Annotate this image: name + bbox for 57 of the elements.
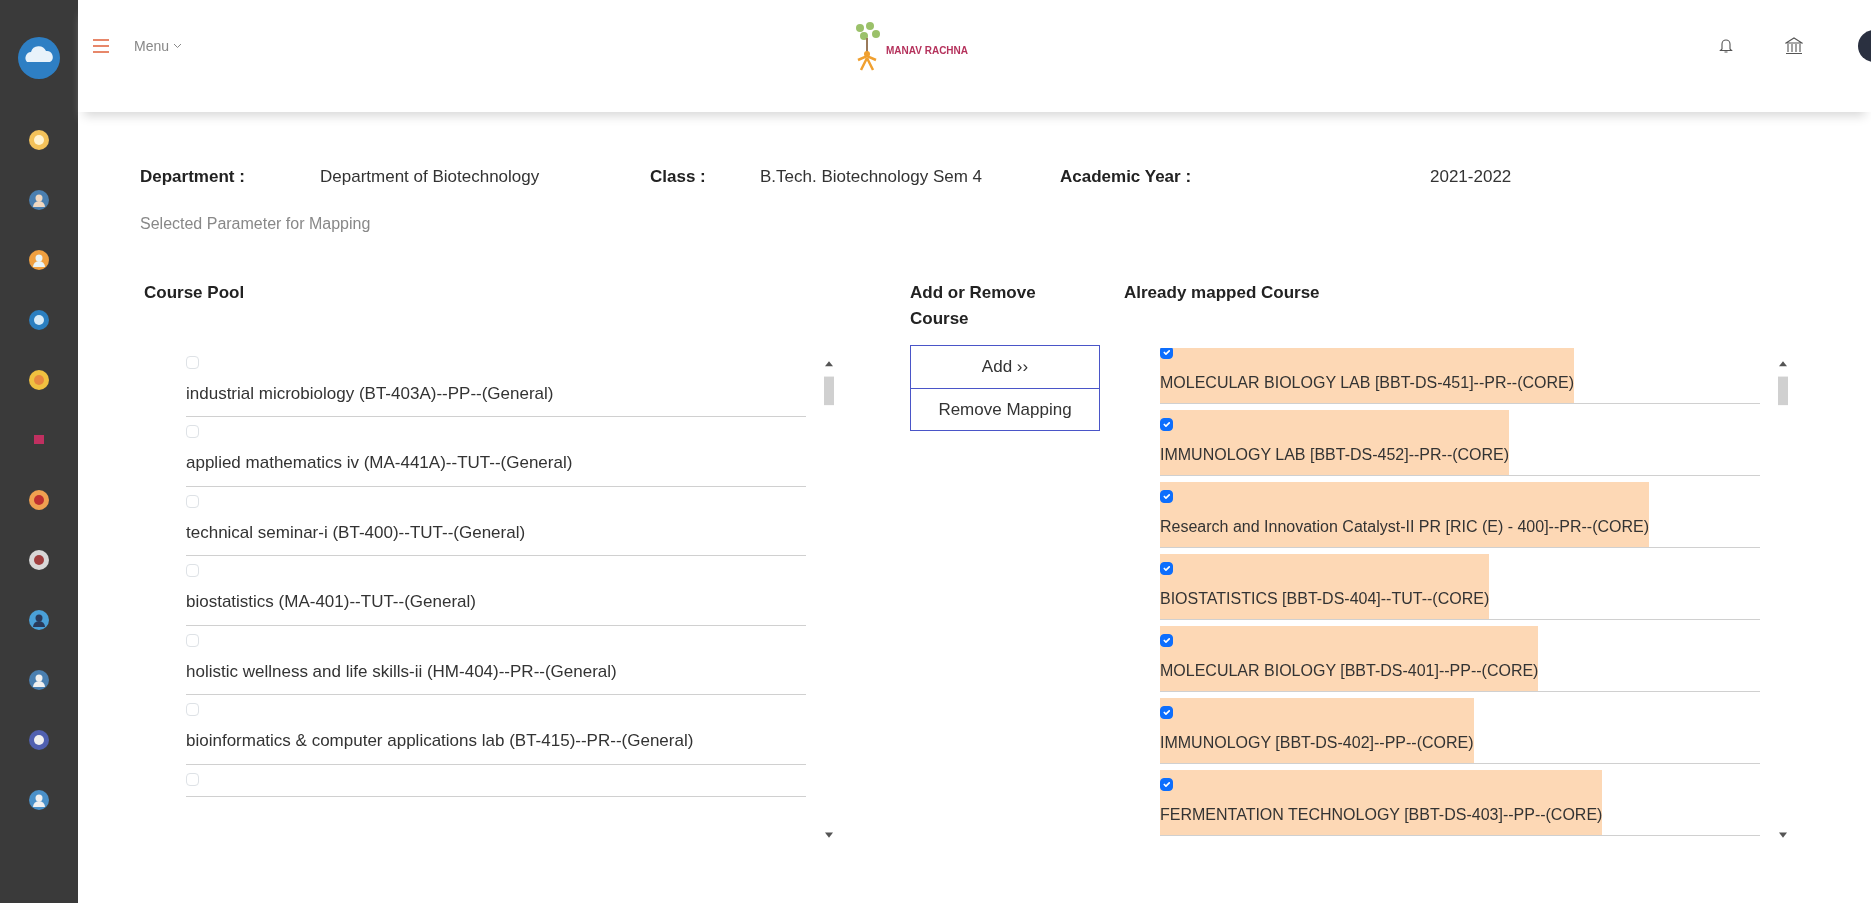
avatar-icon[interactable] <box>1857 29 1871 63</box>
course-label: MOLECULAR BIOLOGY LAB [BBT-DS-451]--PR--(CORE) <box>1160 372 1574 393</box>
person-icon[interactable] <box>29 190 49 210</box>
field-label: Academic Year : <box>1060 166 1193 189</box>
course-label: bioinformatics & computer applications lab (BT-415)--PR--(General) <box>186 730 694 752</box>
chevron-icon <box>173 43 183 49</box>
field-value: 2021-2022 <box>1430 166 1512 189</box>
checkbox[interactable] <box>1160 633 1173 647</box>
course-row[interactable]: IMMUNOLOGY [BBT-DS-402]--PP--(CORE) <box>1160 697 1474 763</box>
course-label: biostatistics (MA-401)--TUT--(General) <box>186 591 476 613</box>
checkbox[interactable] <box>1160 489 1173 503</box>
round-icon[interactable] <box>29 550 49 570</box>
field-value: Department of Biotechnology <box>320 166 541 189</box>
round-icon[interactable] <box>29 730 49 750</box>
checkbox[interactable] <box>1160 417 1173 431</box>
cloud-logo-icon[interactable] <box>17 36 61 80</box>
column-heading: Add or Remove Course <box>910 282 1037 330</box>
course-label: holistic wellness and life skills-ii (HM-404)--PR--(General) <box>186 660 617 683</box>
course-label: IMMUNOLOGY LAB [BBT-DS-452]--PR--(CORE) <box>1160 444 1510 465</box>
checkbox[interactable] <box>1160 777 1173 791</box>
round-icon[interactable] <box>29 370 49 390</box>
course-label: FERMENTATION TECHNOLOGY [BBT-DS-403]--PP--(CORE) <box>1160 804 1603 825</box>
checkbox[interactable] <box>1160 705 1173 719</box>
course-label: BIOSTATISTICS [BBT-DS-404]--TUT--(CORE) <box>1160 588 1490 609</box>
field-label: Class : <box>650 166 707 189</box>
bell-icon[interactable] <box>1719 38 1733 54</box>
remove-button[interactable]: Remove Mapping <box>910 387 1100 431</box>
round-icon[interactable] <box>29 310 49 330</box>
course-label: IMMUNOLOGY [BBT-DS-402]--PP--(CORE) <box>1160 732 1474 753</box>
field-label: Department : <box>140 166 246 189</box>
checkbox[interactable] <box>1160 347 1173 359</box>
course-row[interactable]: FERMENTATION TECHNOLOGY [BBT-DS-403]--PP--(CORE) <box>1160 769 1603 835</box>
course-row[interactable]: MOLECULAR BIOLOGY [BBT-DS-401]--PP--(CORE) <box>1160 625 1539 691</box>
course-label: MOLECULAR BIOLOGY [BBT-DS-401]--PP--(CORE) <box>1160 660 1539 681</box>
course-label: applied mathematics iv (MA-441A)--TUT--(General) <box>186 452 573 474</box>
checkbox[interactable] <box>1160 561 1173 575</box>
course-row[interactable]: Research and Innovation Catalyst-II PR [RIC (E) - 400]--PR--(CORE) <box>1160 481 1650 547</box>
round-icon[interactable] <box>29 130 49 150</box>
bank-icon[interactable] <box>1785 37 1803 55</box>
round-icon[interactable] <box>29 490 49 510</box>
caption: Selected Parameter for Mapping <box>140 214 372 234</box>
course-label: industrial microbiology (BT-403A)--PP--(General) <box>186 382 554 405</box>
menu-icon[interactable] <box>92 38 110 54</box>
column-heading: Course Pool <box>144 282 246 304</box>
add-button[interactable]: Add ›› <box>910 345 1100 389</box>
column-heading: Already mapped Course <box>1124 282 1321 304</box>
course-row[interactable]: IMMUNOLOGY LAB [BBT-DS-452]--PR--(CORE) <box>1160 409 1510 475</box>
person-icon[interactable] <box>29 670 49 690</box>
field-value: B.Tech. Biotechnology Sem 4 <box>760 166 984 189</box>
course-label: technical seminar-i (BT-400)--TUT--(General) <box>186 521 526 544</box>
logo-text: MANAV RACHNA <box>886 44 969 58</box>
course-row[interactable]: MOLECULAR BIOLOGY LAB [BBT-DS-451]--PR--(CORE) <box>1160 347 1574 403</box>
person-icon[interactable] <box>29 790 49 810</box>
menu-button[interactable]: Menu <box>134 35 183 57</box>
course-row[interactable]: BIOSTATISTICS [BBT-DS-404]--TUT--(CORE) <box>1160 553 1490 619</box>
person-icon[interactable] <box>29 250 49 270</box>
course-label: Research and Innovation Catalyst-II PR [RIC (E) - 400]--PR--(CORE) <box>1160 516 1650 537</box>
